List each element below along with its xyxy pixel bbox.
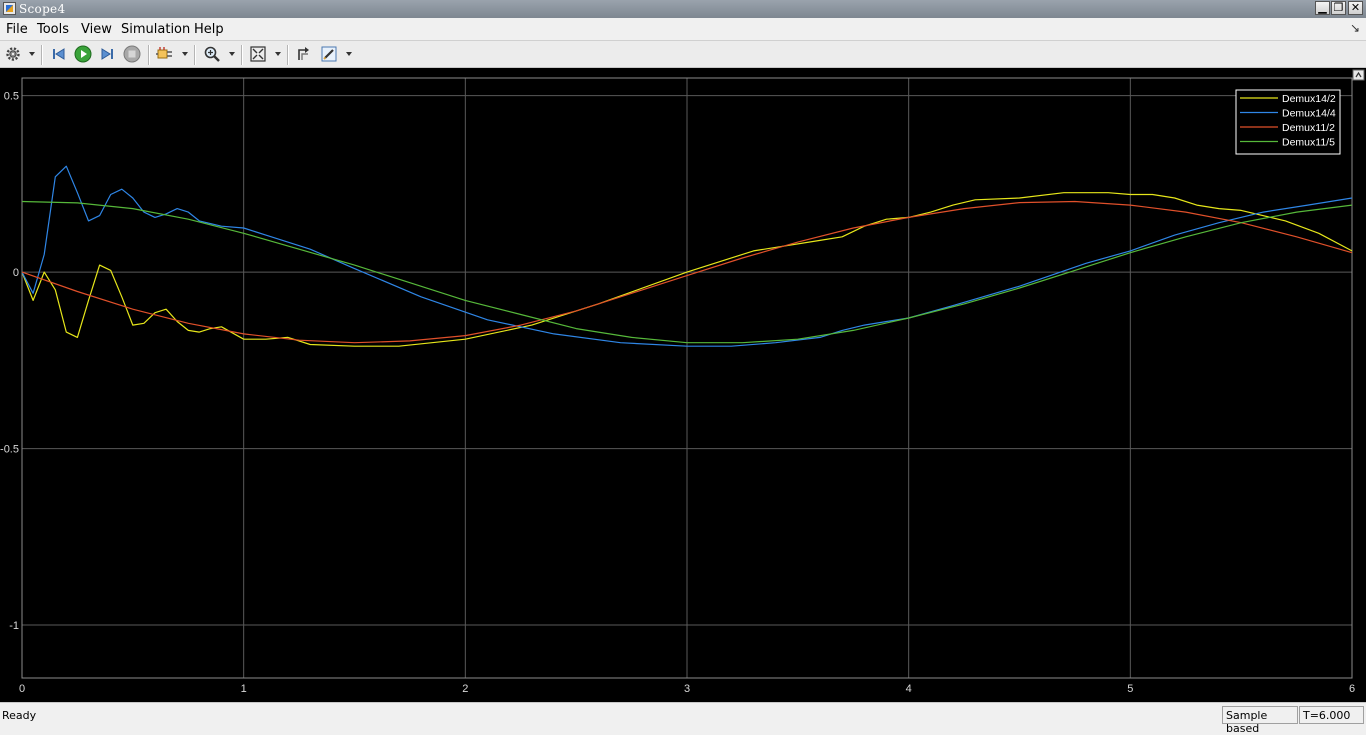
menu-simulation[interactable]: Simulation: [121, 22, 190, 37]
x-tick-label: 0: [19, 683, 25, 695]
x-tick-label: 6: [1349, 683, 1355, 695]
stop-icon: [123, 45, 141, 63]
x-tick-label: 2: [462, 683, 468, 695]
run-button[interactable]: [74, 45, 92, 63]
y-tick-label: 0: [13, 267, 19, 279]
y-tick-label: 0.5: [4, 91, 19, 103]
autoscale-dropdown-icon[interactable]: [275, 52, 281, 56]
menu-view[interactable]: View: [81, 22, 112, 37]
minimize-button[interactable]: ▁: [1315, 1, 1330, 15]
toolbar: [0, 40, 1366, 68]
legend-label: Demux14/4: [1282, 108, 1336, 120]
x-tick-label: 1: [241, 683, 247, 695]
close-button[interactable]: ✕: [1348, 1, 1363, 15]
toolbar-separator: [41, 45, 43, 65]
signal-select-button[interactable]: [156, 45, 174, 63]
legend-label: Demux14/2: [1282, 93, 1336, 105]
menu-bar: File Tools View Simulation Help ↘: [0, 18, 1366, 40]
toolbar-separator: [148, 45, 150, 65]
status-text: Ready: [2, 709, 37, 722]
configuration-button[interactable]: [4, 45, 22, 63]
matlab-app-icon: [3, 2, 16, 15]
edit-button[interactable]: [320, 45, 338, 63]
zoom-icon: [204, 46, 220, 62]
gear-icon: [6, 47, 20, 61]
zoom-dropdown-icon[interactable]: [229, 52, 235, 56]
stop-button[interactable]: [123, 45, 141, 63]
minimize-icon: ▁: [1318, 1, 1327, 14]
signal-select-dropdown-icon[interactable]: [182, 52, 188, 56]
x-tick-label: 3: [684, 683, 690, 695]
toolbar-separator: [287, 45, 289, 65]
configuration-dropdown-icon[interactable]: [29, 52, 35, 56]
x-tick-label: 5: [1127, 683, 1133, 695]
step-forward-button[interactable]: [98, 45, 116, 63]
menu-file[interactable]: File: [6, 22, 28, 37]
close-icon: ✕: [1350, 1, 1361, 14]
y-tick-label: -0.5: [0, 444, 19, 456]
autoscale-icon: [250, 46, 266, 62]
zoom-button[interactable]: [203, 45, 221, 63]
x-tick-label: 4: [906, 683, 912, 695]
y-tick-label: -1: [9, 620, 19, 632]
step-back-icon: [53, 48, 65, 60]
restore-icon: ❐: [1333, 1, 1344, 14]
scope-plot-area[interactable]: 0 1 2 3 4 5 6 0.5 0 -0.5 -1 Demux14/2 Demux14/4 Demu…: [0, 68, 1366, 702]
restore-button[interactable]: ❐: [1331, 1, 1346, 15]
legend-label: Demux11/5: [1282, 137, 1335, 149]
simulation-time-indicator: T=6.000: [1299, 706, 1364, 724]
undock-plot-button[interactable]: [1352, 69, 1365, 81]
edit-dropdown-icon[interactable]: [346, 52, 352, 56]
edit-icon: [321, 46, 337, 62]
legend[interactable]: Demux14/2 Demux14/4 Demux11/2 Demux11/5: [1235, 89, 1341, 155]
title-bar: Scope4 ▁ ❐ ✕: [0, 0, 1366, 18]
status-bar: Ready Sample based T=6.000: [0, 702, 1366, 735]
sample-mode-indicator: Sample based: [1222, 706, 1298, 735]
toolbar-separator: [241, 45, 243, 65]
step-back-button[interactable]: [50, 45, 68, 63]
restore-view-button[interactable]: [295, 45, 313, 63]
dock-arrow-icon[interactable]: ↘: [1350, 21, 1360, 35]
autoscale-button[interactable]: [249, 45, 267, 63]
toolbar-separator: [194, 45, 196, 65]
menu-tools[interactable]: Tools: [37, 22, 69, 37]
scope-chart[interactable]: 0 1 2 3 4 5 60.50-0.5-1 Demux14/2Demux14/4Demu…: [0, 68, 1366, 702]
run-icon: [74, 45, 92, 63]
restore-view-icon: [298, 47, 309, 60]
menu-help[interactable]: Help: [194, 22, 224, 37]
step-forward-icon: [101, 48, 113, 60]
signal-select-icon: [156, 47, 172, 59]
window-title: Scope4: [19, 2, 66, 16]
legend-label: Demux11/2: [1282, 122, 1335, 134]
